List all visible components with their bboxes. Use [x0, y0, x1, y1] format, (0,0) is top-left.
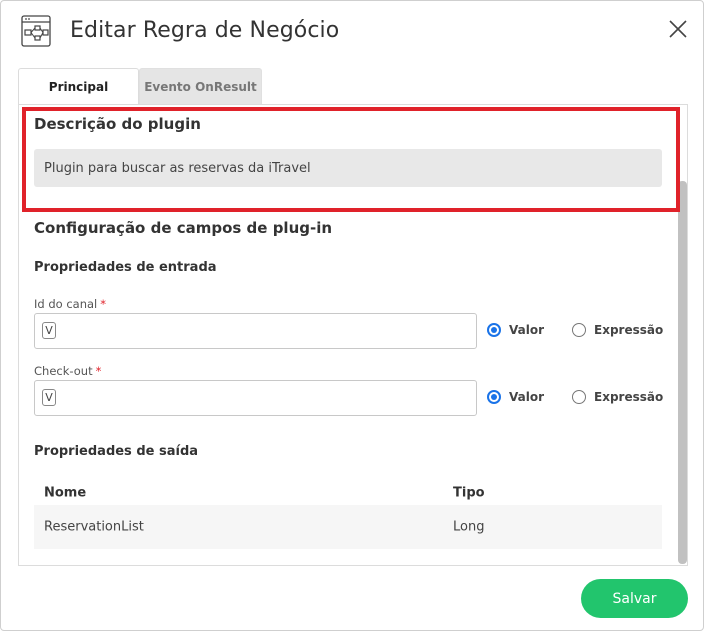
id-canal-radio-valor[interactable]: Valor: [487, 323, 544, 337]
description-heading: Descrição do plugin: [34, 115, 201, 133]
close-icon[interactable]: [667, 18, 689, 40]
radio-checked-icon: [487, 390, 501, 404]
save-button[interactable]: Salvar: [581, 579, 688, 618]
plugin-description-value: Plugin para buscar as reservas da iTrave…: [44, 160, 311, 176]
radio-unchecked-icon: [572, 323, 586, 337]
tab-principal[interactable]: Principal: [18, 68, 139, 105]
check-out-radio-valor[interactable]: Valor: [487, 390, 544, 404]
dialog-title: Editar Regra de Negócio: [70, 18, 340, 43]
radio-checked-icon: [487, 323, 501, 337]
radio-unchecked-icon: [572, 390, 586, 404]
config-heading: Configuração de campos de plug-in: [34, 219, 333, 237]
tab-evento-onresult[interactable]: Evento OnResult: [139, 68, 262, 104]
panel-scrollbar[interactable]: [678, 181, 687, 564]
input-props-heading: Propriedades de entrada: [34, 260, 217, 275]
row-nome: ReservationList: [44, 519, 144, 535]
field-label-id-canal: Id do canal *: [34, 297, 106, 311]
table-row: ReservationList Long: [34, 505, 662, 549]
edit-business-rule-dialog: Editar Regra de Negócio Principal Evento…: [0, 0, 704, 631]
field-label-check-out: Check-out *: [34, 364, 102, 378]
plugin-description-field[interactable]: Plugin para buscar as reservas da iTrave…: [34, 149, 662, 187]
row-tipo: Long: [453, 519, 485, 535]
tab-bar: Principal Evento OnResult: [18, 68, 262, 105]
id-canal-radio-expressao[interactable]: Expressão: [572, 323, 663, 337]
check-out-radio-expressao[interactable]: Expressão: [572, 390, 663, 404]
id-canal-input[interactable]: V: [34, 313, 477, 349]
flow-diagram-icon: [21, 15, 51, 47]
column-tipo: Tipo: [453, 485, 485, 501]
check-out-input[interactable]: V: [34, 380, 477, 416]
column-nome: Nome: [44, 485, 87, 501]
value-type-badge: V: [42, 322, 56, 339]
value-type-badge: V: [42, 389, 56, 406]
output-props-heading: Propriedades de saída: [34, 444, 199, 459]
output-table-header: Nome Tipo: [34, 481, 662, 505]
